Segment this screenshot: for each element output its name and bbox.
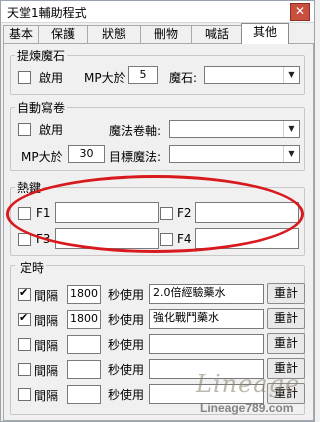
tab-protect[interactable]: 保護	[38, 25, 88, 43]
timer-use-label: 秒使用	[108, 288, 145, 302]
timer-use-label: 秒使用	[108, 313, 145, 327]
timer-item-input[interactable]: 強化戰鬥藥水	[149, 309, 264, 329]
scroll-mp-input[interactable]: 30	[68, 145, 105, 163]
close-icon: ✕	[294, 4, 306, 18]
tab-delete-items[interactable]: 刪物	[140, 25, 192, 43]
scroll-type-select[interactable]: ▼	[169, 120, 300, 138]
timer-reset-button[interactable]: 重計	[267, 283, 305, 304]
timer-interval-input[interactable]: 1800	[67, 310, 101, 329]
timer-row-checkbox[interactable]	[18, 286, 31, 301]
stone-select-label: 魔石:	[169, 71, 198, 85]
title-bar: 天堂1輔助程式 ✕	[1, 1, 314, 23]
timer-use-label: 秒使用	[108, 363, 145, 377]
timer-interval-input[interactable]	[67, 385, 101, 404]
chevron-down-icon: ▼	[283, 121, 299, 137]
auto-scroll-legend: 自動寫卷	[17, 101, 66, 115]
target-magic-label: 目標魔法:	[109, 150, 162, 164]
timer-use-label: 秒使用	[108, 338, 145, 352]
chevron-down-icon: ▼	[283, 146, 299, 162]
timer-interval-input[interactable]	[67, 360, 101, 379]
tab-strip: 基本 保護 狀態 刪物 喊話 其他	[3, 23, 313, 44]
timer-reset-button[interactable]: 重計	[267, 333, 305, 354]
tab-basic[interactable]: 基本	[3, 25, 39, 43]
timer-legend-text: 定時	[18, 259, 47, 276]
scroll-enable-checkbox[interactable]	[18, 123, 31, 136]
stone-mp-input[interactable]: 5	[128, 66, 158, 84]
timer-row-checkbox[interactable]	[18, 338, 31, 351]
timer-row-checkbox[interactable]	[18, 363, 31, 376]
timer-item-input[interactable]: 2.0倍經驗藥水	[149, 284, 264, 304]
timer-interval-label: 間隔	[34, 364, 59, 378]
timer-interval-label: 間隔	[34, 389, 59, 403]
timer-interval-input[interactable]	[67, 335, 101, 354]
highlight-ellipse	[6, 175, 304, 253]
timer-interval-input[interactable]: 1800	[67, 285, 101, 304]
timer-reset-button[interactable]: 重計	[267, 308, 305, 329]
timer-interval-label: 間隔	[34, 289, 59, 303]
timer-row-checkbox[interactable]	[18, 311, 31, 326]
timer-interval-label: 間隔	[34, 339, 59, 353]
scroll-enable-label: 啟用	[39, 123, 64, 137]
target-magic-select[interactable]: ▼	[169, 145, 300, 163]
tab-shout[interactable]: 喊話	[191, 25, 243, 43]
chevron-down-icon: ▼	[283, 67, 299, 83]
tab-other[interactable]: 其他	[241, 23, 289, 44]
stone-enable-checkbox[interactable]	[18, 71, 31, 84]
window-title: 天堂1輔助程式	[7, 6, 87, 20]
timer-item-input[interactable]	[149, 334, 264, 354]
scroll-mp-label: MP大於	[21, 150, 63, 164]
tab-status[interactable]: 狀態	[87, 25, 141, 43]
stone-enable-label: 啟用	[39, 71, 64, 85]
watermark-logo: Lineage	[196, 370, 301, 398]
stone-select[interactable]: ▼	[204, 66, 300, 84]
timer-row-checkbox[interactable]	[18, 388, 31, 401]
watermark-url: Lineage789.com	[200, 401, 294, 415]
stone-refine-legend: 提煉魔石	[17, 49, 66, 63]
timer-interval-label: 間隔	[34, 314, 59, 328]
timer-use-label: 秒使用	[108, 388, 145, 402]
stone-mp-label: MP大於	[84, 71, 126, 85]
close-button[interactable]: ✕	[290, 3, 310, 21]
scroll-type-label: 魔法卷軸:	[109, 124, 162, 138]
